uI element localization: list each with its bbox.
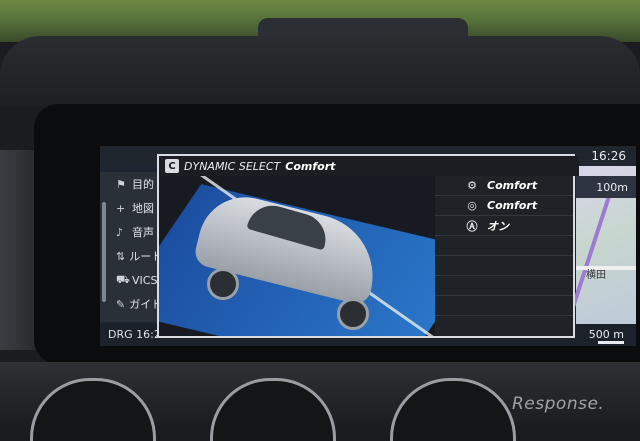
comfort-badge-icon: C xyxy=(165,159,179,173)
watermark: Response. xyxy=(512,394,605,414)
popup-title: DYNAMIC SELECT xyxy=(184,159,281,173)
route-icon: ⇅ xyxy=(116,249,126,263)
empty-row xyxy=(435,296,573,316)
speaker-icon: ♪ xyxy=(116,225,124,239)
drg-label: DRG 16:2 xyxy=(108,328,161,341)
car-icon: ⛟ xyxy=(116,272,130,286)
map-place-label: 横田 xyxy=(586,270,606,281)
popup-header: C DYNAMIC SELECT Comfort xyxy=(159,156,579,176)
dashboard-top xyxy=(0,36,640,106)
next-turn-distance: 100m xyxy=(576,176,636,198)
menu-item-label: 地図 xyxy=(132,202,154,215)
setting-value: Comfort xyxy=(487,179,538,192)
car-wheel xyxy=(337,298,369,330)
drive-settings-list: ⚙ Comfort ◎ Comfort Ⓐ オン xyxy=(435,176,573,336)
dynamic-select-popup[interactable]: C DYNAMIC SELECT Comfort ⚙ Comfort ◎ Com… xyxy=(157,154,579,338)
menu-item-label: 音声 xyxy=(132,226,154,239)
setting-row-engine[interactable]: ⚙ Comfort xyxy=(435,176,573,196)
menu-item-route[interactable]: ⇅ ルート xyxy=(100,244,162,268)
engine-icon: ⚙ xyxy=(467,179,477,192)
setting-value: オン xyxy=(487,219,509,233)
auto-start-stop-icon: Ⓐ xyxy=(466,219,478,233)
setting-value: Comfort xyxy=(487,199,538,212)
menu-item-guide[interactable]: ✎ ガイド xyxy=(100,292,162,316)
menu-item-map[interactable]: + 地図 xyxy=(100,196,162,220)
menu-item-destination[interactable]: ⚑ 目的 xyxy=(100,172,162,196)
steering-icon: ◎ xyxy=(467,199,477,212)
menu-item-vics[interactable]: ⛟ VICS xyxy=(100,268,162,292)
navigation-menu: ⚑ 目的 + 地図 ♪ 音声 ⇅ ルート ⛟ VICS ✎ ガイド xyxy=(100,172,162,322)
menu-scrollbar[interactable] xyxy=(102,202,106,302)
menu-item-audio[interactable]: ♪ 音声 xyxy=(100,220,162,244)
menu-item-label: 目的 xyxy=(132,178,154,191)
map-scale-bar xyxy=(598,341,624,344)
empty-row xyxy=(435,256,573,276)
car-wheel xyxy=(207,268,239,300)
menu-item-label: VICS xyxy=(132,273,158,287)
clock: 16:26 xyxy=(591,149,626,163)
setting-row-start-stop[interactable]: Ⓐ オン xyxy=(435,216,573,236)
setting-row-steering[interactable]: ◎ Comfort xyxy=(435,196,573,216)
wrench-icon: ✎ xyxy=(116,297,126,311)
empty-row xyxy=(435,236,573,256)
flag-icon: ⚑ xyxy=(116,177,126,191)
plus-icon: + xyxy=(116,201,126,215)
car-illustration xyxy=(159,176,435,336)
popup-mode: Comfort xyxy=(285,159,336,173)
map-scale-label: 500 m xyxy=(588,328,624,341)
map-road xyxy=(576,266,636,270)
empty-row xyxy=(435,276,573,296)
